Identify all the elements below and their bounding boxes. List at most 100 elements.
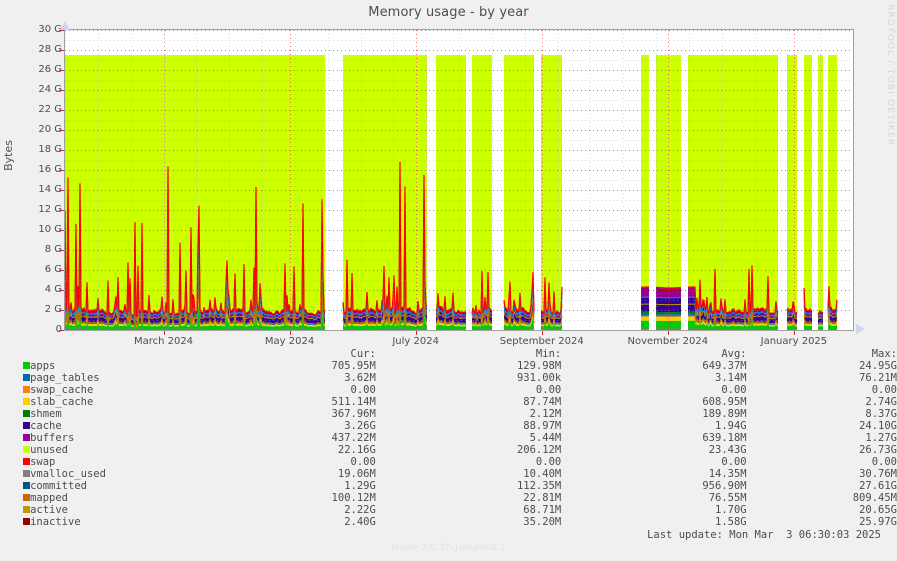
series-avg: 0.00 — [721, 456, 747, 468]
rrdtool-watermark: RRDTOOL / TOBI OETIKER — [885, 4, 895, 147]
legend-swatch-cell — [0, 396, 31, 408]
legend-swatch-cell — [0, 444, 31, 456]
series-cur: 2.22G — [344, 504, 376, 516]
x-tick-label: November 2024 — [627, 336, 709, 347]
y-tick-label: 26 G — [38, 64, 62, 75]
series-min: 5.44M — [529, 432, 562, 444]
series-min: 0.00 — [535, 384, 562, 396]
series-cur: 367.96M — [331, 408, 376, 420]
legend-color-swatch-icon — [23, 385, 31, 393]
table-row: shmem 367.96M 2.12M 189.89M 8.37G — [0, 408, 897, 420]
table-row: unused 22.16G 206.12M 23.43G 26.73G — [0, 444, 897, 456]
y-tick-label: 30 G — [38, 24, 62, 35]
x-tick-label: September 2024 — [499, 336, 584, 347]
series-name: swap_cache — [30, 384, 94, 396]
series-max: 26.73G — [859, 444, 897, 456]
x-tick-mark — [163, 331, 165, 335]
header-min: Min: — [535, 348, 562, 360]
series-cur: 22.16G — [337, 444, 376, 456]
legend-swatch-cell — [0, 408, 31, 420]
series-avg: 956.90M — [702, 480, 747, 492]
series-min: 22.81M — [523, 492, 562, 504]
table-row: swap_cache 0.00 0.00 0.00 0.00 — [0, 384, 897, 396]
legend-swatch-cell — [0, 516, 31, 528]
y-tick-label: 2 G — [44, 304, 62, 315]
x-tick-mark — [667, 331, 669, 335]
x-tick-label: July 2024 — [392, 336, 439, 347]
series-cur: 511.14M — [331, 396, 376, 408]
series-max: 1.27G — [865, 432, 897, 444]
y-tick-label: 12 G — [38, 204, 62, 215]
y-tick-label: 18 G — [38, 144, 62, 155]
series-cur: 2.40G — [344, 516, 376, 528]
y-tick-label: 14 G — [38, 184, 62, 195]
y-tick-label: 4 G — [44, 284, 62, 295]
series-name: vmalloc_used — [30, 468, 106, 480]
series-name: buffers — [30, 432, 75, 444]
y-tick-label: 8 G — [44, 244, 62, 255]
legend-color-swatch-icon — [23, 397, 31, 405]
series-cur: 0.00 — [350, 456, 376, 468]
series-avg: 23.43G — [708, 444, 747, 456]
table-row: committed 1.29G 112.35M 956.90M 27.61G — [0, 480, 897, 492]
series-min: 35.20M — [523, 516, 562, 528]
legend-color-swatch-icon — [23, 433, 31, 441]
series-name: page_tables — [30, 372, 100, 384]
legend-swatch-cell — [0, 480, 31, 492]
legend-swatch-cell — [0, 384, 31, 396]
x-tick-mark — [415, 331, 417, 335]
series-avg: 1.94G — [715, 420, 747, 432]
table-row: active 2.22G 68.71M 1.70G 20.65G — [0, 504, 897, 516]
series-min: 206.12M — [516, 444, 562, 456]
series-name: swap — [30, 456, 56, 468]
series-min: 88.97M — [523, 420, 562, 432]
legend-color-swatch-icon — [23, 493, 31, 501]
y-tick-label: 6 G — [44, 264, 62, 275]
x-axis-arrow-icon — [856, 324, 865, 334]
y-tick-label: 22 G — [38, 104, 62, 115]
legend-swatch-cell — [0, 468, 31, 480]
table-row: vmalloc_used 19.06M 10.40M 14.35M 30.76M — [0, 468, 897, 480]
series-avg: 608.95M — [702, 396, 747, 408]
legend-swatch-cell — [0, 372, 31, 384]
plot-inner — [65, 30, 853, 330]
plot-area — [64, 29, 854, 331]
series-min: 10.40M — [523, 468, 562, 480]
series-max: 24.10G — [859, 420, 897, 432]
series-cur: 3.26G — [344, 420, 376, 432]
table-row: inactive 2.40G 35.20M 1.58G 25.97G — [0, 516, 897, 528]
legend-color-swatch-icon — [23, 409, 31, 417]
legend-swatch-cell — [0, 432, 31, 444]
legend-swatch-cell — [0, 420, 31, 432]
series-max: 27.61G — [859, 480, 897, 492]
series-max: 0.00 — [871, 384, 897, 396]
table-header-row: Cur: Min: Avg: Max: — [0, 348, 897, 360]
y-tick-label: 20 G — [38, 124, 62, 135]
series-max: 2.74G — [865, 396, 897, 408]
page-title: Memory usage - by year — [368, 5, 529, 20]
legend-swatch-cell — [0, 504, 31, 516]
series-max: 30.76M — [859, 468, 897, 480]
table-row: apps 705.95M 129.98M 649.37M 24.95G — [0, 360, 897, 372]
munin-version-label: Munin 2.0.37-1ubuntu0.1 — [391, 543, 506, 553]
x-tick-mark — [793, 331, 795, 335]
series-name: apps — [30, 360, 56, 372]
series-cur: 100.12M — [331, 492, 376, 504]
header-swatch — [0, 348, 30, 360]
series-max: 8.37G — [865, 408, 897, 420]
series-avg: 1.70G — [715, 504, 747, 516]
header-avg: Avg: — [721, 348, 747, 360]
stats-table-body: apps 705.95M 129.98M 649.37M 24.95G page_tabl… — [0, 360, 897, 528]
munin-graph-panel: Memory usage - by year RRDTOOL / TOBI OE… — [0, 0, 897, 561]
legend-color-swatch-icon — [23, 361, 31, 369]
series-min: 0.00 — [535, 456, 562, 468]
series-max: 0.00 — [871, 456, 897, 468]
series-max: 20.65G — [859, 504, 897, 516]
series-avg: 76.55M — [708, 492, 747, 504]
series-cur: 3.62M — [344, 372, 376, 384]
series-name: unused — [30, 444, 68, 456]
legend-stats-table: Cur: Min: Avg: Max: apps 705.95M 129.98M 64… — [0, 348, 897, 528]
x-tick-mark — [289, 331, 291, 335]
x-tick-label: May 2024 — [264, 336, 315, 347]
series-name: inactive — [30, 516, 81, 528]
